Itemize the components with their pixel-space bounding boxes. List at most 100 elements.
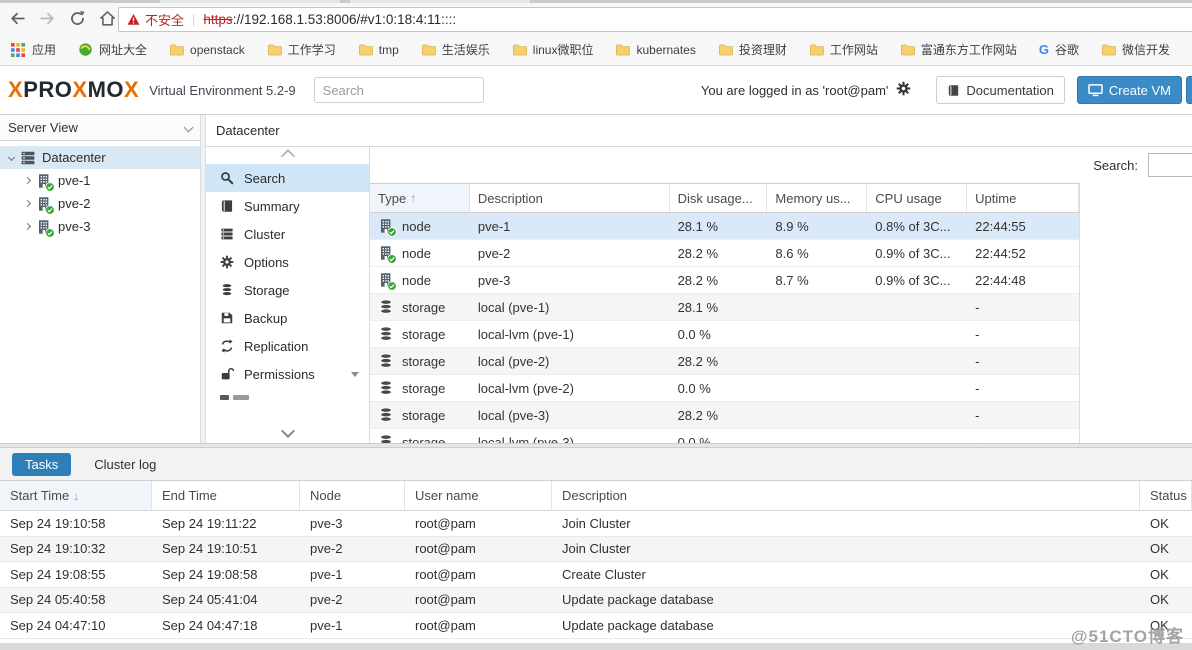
column-header-diskusage[interactable]: Disk usage... — [670, 184, 768, 212]
menu-item-cluster[interactable]: Cluster — [206, 220, 369, 248]
back-button[interactable] — [4, 7, 30, 31]
apps-label[interactable]: 应用 — [32, 41, 56, 58]
reload-button[interactable] — [64, 7, 90, 31]
bookmark-item[interactable]: 工作学习 — [267, 41, 336, 58]
logo-segment: X — [8, 77, 23, 102]
task-row[interactable]: Sep 24 19:10:32Sep 24 19:10:51pve-2root@… — [0, 537, 1192, 563]
url-bar[interactable]: 不安全 | https ://192.168.1.53:8006/#v1:0:1… — [118, 7, 1192, 32]
documentation-button[interactable]: Documentation — [936, 76, 1064, 104]
check-badge-icon — [45, 205, 55, 215]
user-settings-button[interactable] — [896, 81, 914, 99]
google-icon: G — [1039, 42, 1049, 57]
column-header-cpuusage[interactable]: CPU usage — [867, 184, 967, 212]
tree-expander[interactable] — [20, 201, 34, 206]
menu-item-storage[interactable]: Storage — [206, 276, 369, 304]
cell-disk-usage: 28.2 % — [670, 267, 768, 293]
task-column-header-description[interactable]: Description — [552, 481, 1140, 510]
cell-user-name: root@pam — [405, 613, 552, 638]
tree-expander[interactable] — [20, 224, 34, 229]
cell-description: local-lvm (pve-1) — [470, 321, 670, 347]
cell-disk-usage: 28.2 % — [670, 348, 768, 374]
menu-items: SearchSummaryClusterOptionsStorageBackup… — [206, 164, 369, 388]
bottom-strip — [0, 643, 1192, 650]
tree-item-pve-1[interactable]: pve-1 — [0, 169, 200, 192]
menu-item-options[interactable]: Options — [206, 248, 369, 276]
column-header-memoryus[interactable]: Memory us... — [767, 184, 867, 212]
bookmark-item[interactable]: 富通东方工作网站 — [900, 41, 1017, 58]
task-row[interactable]: Sep 24 05:40:58Sep 24 05:41:04pve-2root@… — [0, 588, 1192, 614]
menu-item-permissions[interactable]: Permissions — [206, 360, 369, 388]
tree-item-pve-2[interactable]: pve-2 — [0, 192, 200, 215]
bookmark-item[interactable]: G谷歌 — [1039, 41, 1079, 58]
forward-button[interactable] — [34, 7, 60, 31]
tree-expander[interactable] — [20, 178, 34, 183]
tree-item-datacenter[interactable]: Datacenter — [0, 146, 200, 169]
create-vm-button[interactable]: Create VM — [1077, 76, 1182, 104]
menu-item-backup[interactable]: Backup — [206, 304, 369, 332]
cell-description: pve-1 — [470, 213, 670, 239]
menu-item-partial[interactable] — [220, 388, 369, 400]
menu-item-label: Replication — [244, 339, 308, 354]
cell-type: node — [370, 267, 470, 293]
task-column-header-starttime[interactable]: Start Time↓ — [0, 481, 152, 510]
bookmark-item[interactable]: 微信开发 — [1101, 41, 1170, 58]
resource-row-localpve-3[interactable]: storagelocal (pve-3)28.2 %- — [370, 402, 1079, 429]
home-button[interactable] — [94, 7, 120, 31]
resource-row-pve-3[interactable]: nodepve-328.2 %8.7 %0.9% of 3C...22:44:4… — [370, 267, 1079, 294]
node-icon — [378, 245, 394, 261]
tree-expander[interactable] — [4, 155, 18, 160]
column-label: Node — [310, 488, 341, 503]
resource-row-local-lvmpve-2[interactable]: storagelocal-lvm (pve-2)0.0 %- — [370, 375, 1079, 402]
column-header-description[interactable]: Description — [470, 184, 670, 212]
task-column-header-endtime[interactable]: End Time — [152, 481, 300, 510]
bookmark-item[interactable]: openstack — [169, 42, 245, 57]
cell-type: storage — [370, 321, 470, 347]
collapse-arrow-icon[interactable] — [351, 372, 359, 377]
task-row[interactable]: Sep 24 19:10:58Sep 24 19:11:22pve-3root@… — [0, 511, 1192, 537]
task-row[interactable]: Sep 24 19:08:55Sep 24 19:08:58pve-1root@… — [0, 562, 1192, 588]
menu-scroll-up[interactable] — [206, 147, 369, 164]
cell-user-name: root@pam — [405, 537, 552, 562]
global-search-input[interactable] — [314, 77, 484, 103]
tab-cluster-log[interactable]: Cluster log — [81, 453, 169, 476]
view-selector[interactable]: Server View — [0, 115, 200, 141]
task-row[interactable]: Sep 24 04:47:10Sep 24 04:47:18pve-1root@… — [0, 613, 1192, 639]
bookmark-item[interactable]: 生活娱乐 — [421, 41, 490, 58]
resource-row-pve-2[interactable]: nodepve-228.2 %8.6 %0.9% of 3C...22:44:5… — [370, 240, 1079, 267]
task-column-header-node[interactable]: Node — [300, 481, 405, 510]
bookmark-item[interactable]: kubernates — [615, 42, 695, 57]
menu-item-summary[interactable]: Summary — [206, 192, 369, 220]
create-ct-button-partial[interactable] — [1186, 76, 1192, 104]
bookmark-item[interactable]: 投资理财 — [718, 41, 787, 58]
content-toolbar: Search: — [370, 147, 1192, 183]
menu-item-search[interactable]: Search — [206, 164, 369, 192]
create-vm-label: Create VM — [1109, 83, 1171, 98]
bookmark-item[interactable]: linux微职位 — [512, 41, 594, 58]
resource-row-local-lvmpve-3[interactable]: storagelocal-lvm (pve-3)0.0 %- — [370, 429, 1079, 443]
cell-cpu-usage: 0.9% of 3C... — [867, 267, 967, 293]
tab-tasks[interactable]: Tasks — [12, 453, 71, 476]
cell-description: Join Cluster — [552, 511, 1140, 536]
menu-scroll-down[interactable] — [206, 422, 369, 439]
bookmark-item[interactable]: 网址大全 — [78, 41, 147, 58]
column-header-uptime[interactable]: Uptime — [967, 184, 1079, 212]
tree-item-pve-3[interactable]: pve-3 — [0, 215, 200, 238]
search-icon — [220, 171, 234, 185]
check-badge-icon — [387, 227, 397, 237]
lock-icon — [220, 367, 234, 381]
bookmark-item[interactable]: tmp — [358, 42, 399, 57]
bookmark-label: 微信开发 — [1122, 41, 1170, 58]
bookmark-item[interactable]: 工作网站 — [809, 41, 878, 58]
menu-item-replication[interactable]: Replication — [206, 332, 369, 360]
bookmark-label: openstack — [190, 43, 245, 57]
resource-row-localpve-1[interactable]: storagelocal (pve-1)28.1 %- — [370, 294, 1079, 321]
apps-grid-icon[interactable] — [10, 42, 26, 58]
column-header-type[interactable]: Type↑ — [370, 184, 470, 212]
bookmark-label: 生活娱乐 — [442, 41, 490, 58]
resource-row-pve-1[interactable]: nodepve-128.1 %8.9 %0.8% of 3C...22:44:5… — [370, 213, 1079, 240]
table-search-input[interactable] — [1148, 153, 1192, 177]
resource-row-local-lvmpve-1[interactable]: storagelocal-lvm (pve-1)0.0 %- — [370, 321, 1079, 348]
resource-row-localpve-2[interactable]: storagelocal (pve-2)28.2 %- — [370, 348, 1079, 375]
task-column-header-username[interactable]: User name — [405, 481, 552, 510]
task-column-header-status[interactable]: Status — [1140, 481, 1192, 510]
